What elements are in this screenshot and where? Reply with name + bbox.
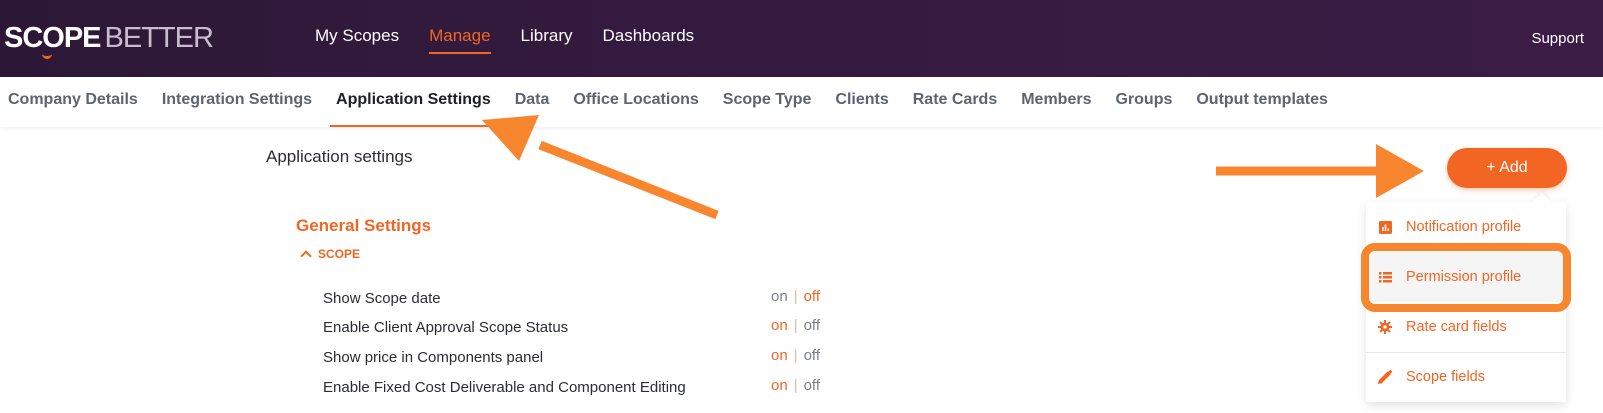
annotation-arrows [482, 115, 1424, 220]
arrow-to-add-button-icon [1216, 144, 1424, 198]
arrow-to-application-settings-icon [482, 115, 719, 220]
